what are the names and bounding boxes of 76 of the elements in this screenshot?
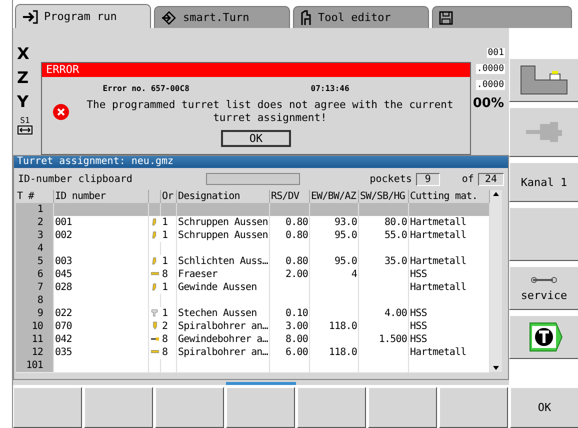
position-value: 00% [472,96,505,111]
blank-softkey[interactable] [368,387,437,428]
softkey[interactable] [509,58,578,102]
of-label: of [462,174,474,184]
pocket-number: 5 [16,255,54,269]
tab[interactable]: Tool editor [293,6,429,28]
lathe-part-icon [524,120,564,144]
blank-softkey[interactable] [155,387,224,428]
empty-cell [149,359,161,373]
axis-label: X [17,44,30,63]
ok-button[interactable]: OK [221,130,291,147]
scroll-up-icon [492,190,500,198]
diamond-arrow-icon [161,10,177,24]
tool-holder-icon [300,10,312,26]
axis-label: Y [17,92,30,111]
table-row[interactable]: 7 028 1 Gewinde Aussen Hartmetall [16,281,490,294]
softkey[interactable] [509,315,578,359]
clipboard-label: ID-number clipboard [18,174,132,184]
position-value: .0000 [476,64,505,74]
position-value: 001 [486,48,505,58]
position-value: .0000 [476,80,505,90]
scrollbar[interactable] [490,190,502,372]
table-row[interactable]: 4 [16,242,490,255]
axis-label: Z [17,68,30,87]
dialog-title: ERROR [42,63,470,77]
tab[interactable]: Program run [15,4,151,28]
spindle-icon [17,125,33,135]
pocket-number: 4 [16,242,54,256]
pocket-number: 8 [16,294,54,308]
pocket-number: 2 [16,216,54,230]
table-row[interactable]: 6 045 8 Fraeser 2.00 4 HSS [16,268,490,281]
pocket-number: 101 [16,359,54,373]
table-row[interactable]: 101 [16,359,490,372]
wrench-icon [531,274,557,284]
blank-softkey[interactable] [297,387,366,428]
grooving-tool-icon [150,308,160,318]
table-row[interactable]: 11 042 8 Gewindebohrer a… 8.00 1.500 HSS [16,333,490,346]
tab[interactable] [432,6,572,28]
pocket-number: 7 [16,281,54,295]
softkey[interactable]: OK [510,387,578,428]
softkey[interactable]: Kanal 1 [509,162,578,202]
table-row[interactable]: 5 003 1 Schlichten Auss… 0.80 95.0 35.0 Hartmetall [16,255,490,268]
blank-softkey[interactable] [226,387,295,428]
panel-title: Turret assignment: neu.gmz [14,156,508,168]
arrow-into-bracket-icon [22,10,38,24]
pocket-number: 11 [16,333,54,347]
tab[interactable]: smart.Turn [154,6,290,28]
error-icon [52,103,70,121]
softkey[interactable]: service [509,266,578,310]
save-icon [439,10,453,24]
clipboard-field[interactable] [206,173,300,185]
table-row[interactable]: 10 070 2 Spiralbohrer an… 3.00 118.0 HSS [16,320,490,333]
blank-softkey[interactable] [84,387,153,428]
error-message: The programmed turret list does not agree with the current turret assignment! [86,99,454,125]
blank-softkey[interactable] [439,387,508,428]
lathe-machine-icon [520,65,568,95]
pocket-number: 3 [16,229,54,243]
table-row[interactable]: 1 [16,203,490,216]
table-row[interactable]: 9 022 1 Stechen Aussen 0.10 4.00 HSS [16,307,490,320]
pockets-value: 9 [416,172,440,186]
pocket-number: 9 [16,307,54,321]
table-row[interactable]: 3 002 1 Schruppen Aussen 0.80 95.0 55.0 Hartmetall [16,229,490,242]
pocket-number: 10 [16,320,54,334]
pocket-number: 6 [16,268,54,282]
pocket-number: 12 [16,346,54,360]
blank-softkey[interactable] [13,387,82,428]
error-number: Error no. 657-00C8 [102,84,190,93]
page-indicator [226,382,296,385]
total-pockets-value: 24 [478,172,504,186]
pockets-label: pockets [370,174,412,184]
scroll-down-icon [492,364,500,372]
error-time: 07:13:46 [310,84,350,93]
table-row[interactable]: 2 001 1 Schruppen Aussen 0.80 93.0 80.0 Hartmetall [16,216,490,229]
table-row[interactable]: 12 035 8 Spiralbohrer an… 6.00 118.0 Hartmetall [16,346,490,359]
spindle-label: S1 [20,116,30,125]
table-row[interactable]: 8 [16,294,490,307]
